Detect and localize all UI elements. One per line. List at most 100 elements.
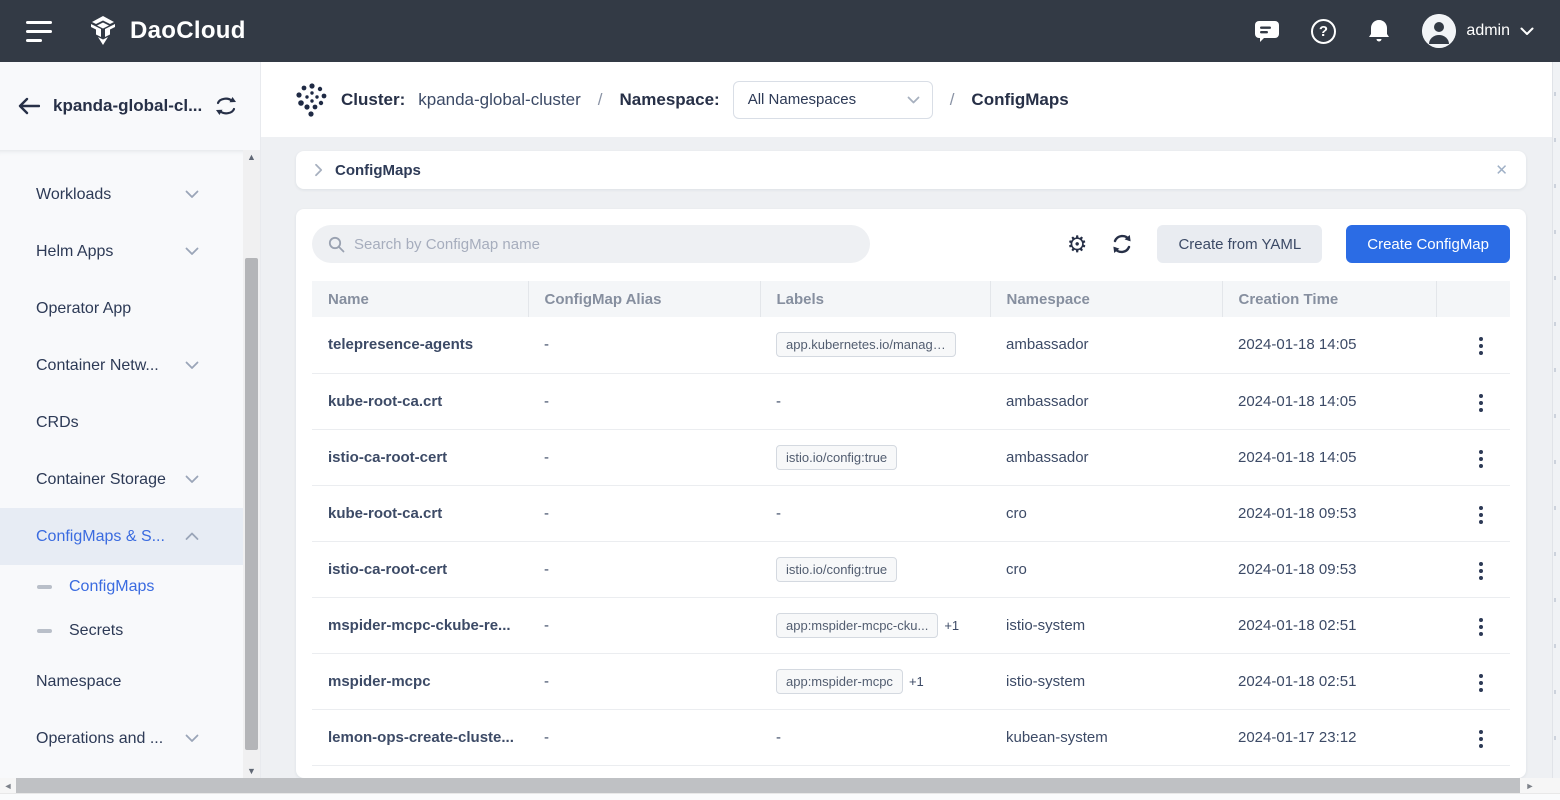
- label-more-count[interactable]: +1: [909, 674, 924, 689]
- refresh-icon[interactable]: [1111, 233, 1133, 255]
- breadcrumb-tab[interactable]: ConfigMaps ✕: [296, 151, 1526, 189]
- help-icon[interactable]: ?: [1310, 18, 1336, 44]
- separator: /: [950, 90, 955, 110]
- more-actions-icon[interactable]: [1473, 612, 1489, 642]
- scroll-up-icon[interactable]: ▲: [247, 152, 256, 162]
- sidebar-item-label: Helm Apps: [36, 243, 113, 261]
- close-icon[interactable]: ✕: [1495, 161, 1508, 179]
- configmap-name[interactable]: kube-root-ca.crt: [312, 373, 528, 429]
- horizontal-scrollbar-thumb[interactable]: [16, 778, 1520, 793]
- table-row: mspider-mcpc-ckube-re...-app:mspider-mcp…: [312, 597, 1510, 653]
- more-actions-icon[interactable]: [1473, 388, 1489, 418]
- namespace-select-value: All Namespaces: [748, 91, 856, 108]
- label-chip: istio.io/config:true: [776, 445, 897, 470]
- chevron-down-icon: [185, 361, 199, 370]
- column-header-actions: [1436, 281, 1510, 317]
- switch-cluster-icon[interactable]: [215, 96, 237, 116]
- configmaps-panel: ⚙ Create from YAML Create ConfigMap: [296, 209, 1526, 778]
- configmap-alias: -: [528, 653, 760, 709]
- sidebar-item-operator-app[interactable]: Operator App: [0, 280, 243, 337]
- actions-cell: [1436, 317, 1510, 373]
- configmap-name[interactable]: telepresence-agents: [312, 317, 528, 373]
- column-header-creation-time: Creation Time: [1222, 281, 1436, 317]
- create-from-yaml-button[interactable]: Create from YAML: [1157, 225, 1322, 263]
- namespace-select[interactable]: All Namespaces: [733, 81, 933, 119]
- more-actions-icon[interactable]: [1473, 556, 1489, 586]
- user-menu[interactable]: admin: [1422, 14, 1534, 48]
- sidebar-item-label: Operations and ...: [36, 730, 163, 748]
- sidebar-item-workloads[interactable]: Workloads: [0, 166, 243, 223]
- sidebar-item-crds[interactable]: CRDs: [0, 394, 243, 451]
- configmap-name[interactable]: istio-ca-root-cert: [312, 429, 528, 485]
- chevron-down-icon: [907, 96, 920, 104]
- table-row: istio-ca-root-cert-istio.io/config:truea…: [312, 429, 1510, 485]
- menu-icon[interactable]: [26, 21, 52, 42]
- more-actions-icon[interactable]: [1473, 331, 1489, 361]
- configmap-name[interactable]: istio-ca-root-cert: [312, 541, 528, 597]
- daocloud-logo-icon: [86, 14, 120, 48]
- configmap-namespace: ambassador: [990, 429, 1222, 485]
- sidebar-subitem-configmaps[interactable]: ConfigMaps: [0, 565, 243, 609]
- gear-icon[interactable]: ⚙: [1067, 233, 1088, 255]
- label-chip: app:mspider-mcpc-cku...: [776, 613, 938, 638]
- sidebar-item-configmaps-s-[interactable]: ConfigMaps & S...: [0, 508, 243, 565]
- cluster-value[interactable]: kpanda-global-cluster: [418, 90, 581, 110]
- user-name: admin: [1466, 22, 1510, 40]
- sidebar-item-helm-apps[interactable]: Helm Apps: [0, 223, 243, 280]
- configmap-labels: app:mspider-mcpc-cku... +1: [760, 597, 990, 653]
- search-input[interactable]: [354, 236, 854, 253]
- configmap-labels: -: [760, 485, 990, 541]
- search-icon: [328, 236, 345, 253]
- more-actions-icon[interactable]: [1473, 444, 1489, 474]
- back-arrow-icon[interactable]: [18, 97, 40, 115]
- sidebar-scrollbar[interactable]: ▲ ▼: [243, 150, 260, 778]
- configmap-namespace: ambassador: [990, 317, 1222, 373]
- sidebar-item-operations-and-[interactable]: Operations and ...: [0, 710, 243, 767]
- table-row: kube-root-ca.crt--ambassador2024-01-18 1…: [312, 373, 1510, 429]
- more-actions-icon[interactable]: [1473, 724, 1489, 754]
- configmap-namespace: istio-system: [990, 597, 1222, 653]
- scroll-down-icon[interactable]: ▼: [247, 766, 256, 776]
- separator: /: [598, 90, 603, 110]
- configmap-labels: istio.io/config:true: [760, 541, 990, 597]
- configmap-labels: -: [760, 373, 990, 429]
- table-header-row: NameConfigMap AliasLabelsNamespaceCreati…: [312, 281, 1510, 317]
- configmap-alias: -: [528, 597, 760, 653]
- scroll-left-icon[interactable]: ◄: [0, 778, 16, 793]
- configmap-name[interactable]: mspider-mcpc-ckube-re...: [312, 597, 528, 653]
- create-configmap-button[interactable]: Create ConfigMap: [1346, 225, 1510, 263]
- sidebar-item-container-storage[interactable]: Container Storage: [0, 451, 243, 508]
- scroll-right-icon[interactable]: ►: [1522, 778, 1538, 793]
- configmap-name[interactable]: lemon-ops-create-cluste...: [312, 709, 528, 765]
- sidebar-cluster-name[interactable]: kpanda-global-cl...: [53, 96, 202, 116]
- chat-icon[interactable]: [1254, 18, 1280, 44]
- configmap-name[interactable]: mspider-mcpc: [312, 653, 528, 709]
- sidebar-scrollbar-thumb[interactable]: [245, 258, 258, 750]
- search-box[interactable]: [312, 225, 870, 263]
- bell-icon[interactable]: [1366, 18, 1392, 44]
- configmap-name[interactable]: kube-root-ca.crt: [312, 485, 528, 541]
- sidebar-item-label: Container Storage: [36, 471, 166, 489]
- horizontal-scrollbar[interactable]: ◄ ►: [0, 778, 1560, 793]
- configmap-namespace: kubean-system: [990, 709, 1222, 765]
- more-actions-icon[interactable]: [1473, 668, 1489, 698]
- sidebar-item-container-netw-[interactable]: Container Netw...: [0, 337, 243, 394]
- table-row: lemon-ops-create-cluste...--kubean-syste…: [312, 709, 1510, 765]
- sidebar-item-namespace[interactable]: Namespace: [0, 653, 243, 710]
- right-edge-strip: [1552, 62, 1560, 778]
- brand-name: DaoCloud: [130, 17, 246, 45]
- sidebar-menu: WorkloadsHelm AppsOperator AppContainer …: [0, 150, 243, 778]
- sidebar-item-label: ConfigMaps: [69, 578, 154, 596]
- configmap-namespace: cro: [990, 541, 1222, 597]
- brand[interactable]: DaoCloud: [86, 14, 246, 48]
- configmap-alias: -: [528, 709, 760, 765]
- column-header-name: Name: [312, 281, 528, 317]
- chevron-right-icon: [314, 163, 323, 177]
- sidebar-subitem-secrets[interactable]: Secrets: [0, 609, 243, 653]
- configmap-alias: -: [528, 317, 760, 373]
- table-row: kube-root-ca.crt--cro2024-01-18 09:53: [312, 485, 1510, 541]
- configmap-creation-time: 2024-01-18 14:05: [1222, 317, 1436, 373]
- more-actions-icon[interactable]: [1473, 500, 1489, 530]
- namespace-label: Namespace:: [620, 90, 720, 110]
- label-more-count[interactable]: +1: [944, 618, 959, 633]
